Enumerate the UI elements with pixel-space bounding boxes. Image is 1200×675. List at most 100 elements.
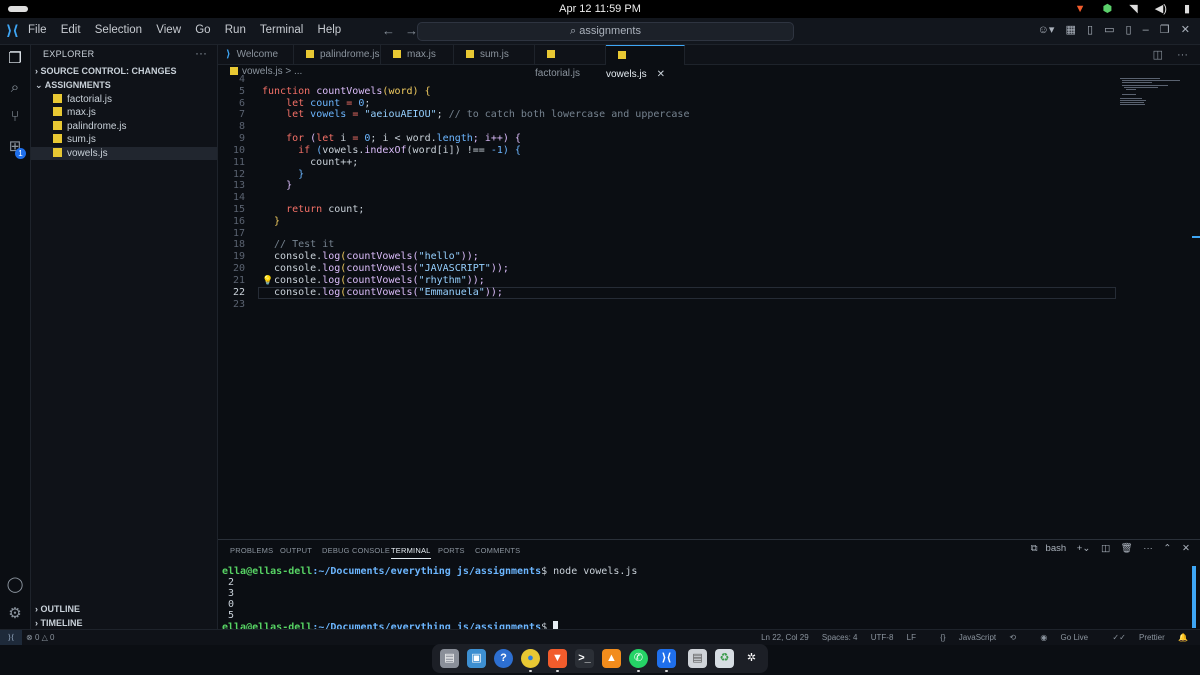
tab-comments[interactable]: COMMENTS (475, 546, 520, 555)
tab-debug-console[interactable]: DEBUG CONSOLE (322, 546, 390, 555)
vscode-icon[interactable]: ⟩⟨ (657, 649, 676, 668)
tab-palindrome[interactable]: palindrome.js (294, 45, 381, 64)
minimap-line (1122, 82, 1152, 83)
trash-icon[interactable]: 🗑 (1121, 543, 1133, 554)
source-control-icon[interactable]: ⑂ (5, 107, 25, 127)
menu-run[interactable]: Run (225, 24, 246, 36)
search-view-icon[interactable]: ⌕ (5, 78, 25, 98)
tab-problems[interactable]: PROBLEMS (230, 546, 273, 555)
command-center-search[interactable]: ⌕ assignments (417, 22, 794, 41)
minimap-line (1126, 89, 1136, 90)
line-number: 8 (238, 121, 245, 132)
battery-icon[interactable]: ▮ (1184, 3, 1190, 15)
vlc-icon[interactable]: ▲ (602, 649, 621, 668)
menu-go[interactable]: Go (195, 24, 210, 36)
maximize-panel-icon[interactable]: ⌃ (1163, 543, 1171, 554)
apps-grid-icon[interactable]: ✲ (742, 649, 761, 668)
copilot-icon[interactable]: ☺▾ (1038, 24, 1055, 36)
whatsapp-icon[interactable]: ✆ (629, 649, 648, 668)
minimize-icon[interactable]: – (1143, 24, 1149, 36)
timeline-section[interactable]: › TIMELINE (35, 618, 83, 628)
settings-gear-icon[interactable]: ⚙ (5, 604, 25, 624)
terminal-scrollbar[interactable] (1192, 566, 1196, 628)
file-item[interactable]: palindrome.js (31, 120, 217, 133)
help-icon[interactable]: ? (494, 649, 513, 668)
warning-count: 0 (50, 633, 55, 642)
tab-welcome[interactable]: ⟩ Welcome (218, 45, 294, 64)
problems-indicator[interactable]: ⊗ 0 △ 0 (26, 630, 54, 645)
tab-vowels[interactable]: vowels.js ✕ (606, 45, 685, 80)
cursor-position[interactable]: Ln 22, Col 29 (761, 633, 809, 642)
split-terminal-icon[interactable]: ◫ (1101, 543, 1110, 554)
minimap[interactable] (1120, 78, 1188, 108)
brave-icon[interactable]: ▼ (548, 649, 567, 668)
file-item[interactable]: factorial.js (31, 93, 217, 106)
more-actions-icon[interactable]: ··· (1177, 49, 1188, 61)
add-terminal-icon[interactable]: +⌄ (1077, 543, 1091, 554)
back-arrow-icon[interactable]: ← (382, 23, 395, 38)
scrollbar-marker[interactable] (1192, 236, 1200, 238)
folder-section[interactable]: ⌄ ASSIGNMENTS (35, 80, 111, 91)
line-number: 18 (232, 239, 245, 250)
chrome-icon[interactable]: ● (521, 649, 540, 668)
close-panel-icon[interactable]: ✕ (1182, 543, 1190, 554)
file-item-selected[interactable]: vowels.js (31, 147, 217, 160)
tab-output[interactable]: OUTPUT (280, 546, 312, 555)
volume-icon[interactable]: ◀) (1155, 3, 1167, 15)
menu-edit[interactable]: Edit (61, 24, 81, 36)
language-mode[interactable]: {} JavaScript (929, 633, 996, 642)
toggle-sidebar-icon[interactable]: ▯ (1087, 24, 1093, 36)
store-icon[interactable]: ▣ (467, 649, 486, 668)
trash-icon[interactable]: ♻ (715, 649, 734, 668)
terminal-output[interactable]: ella@ellas-dell:~/Documents/everything j… (222, 566, 1182, 633)
code-token: "aeiouAEIOU" (364, 109, 437, 120)
clock[interactable]: Apr 12 11:59 PM (0, 3, 1200, 15)
brave-tray-icon[interactable]: ▼ (1075, 3, 1086, 15)
split-editor-icon[interactable]: ◫ (1153, 49, 1163, 61)
breadcrumb[interactable]: vowels.js > ... (218, 65, 1200, 78)
tab-max[interactable]: max.js (381, 45, 454, 64)
file-item[interactable]: max.js (31, 106, 217, 119)
tab-ports[interactable]: PORTS (438, 546, 465, 555)
go-live-button[interactable]: ◉ Go Live (1029, 633, 1088, 642)
remote-indicator-icon[interactable]: ⟩⟨ (0, 630, 22, 645)
toggle-secondary-icon[interactable]: ▯ (1126, 24, 1132, 36)
toggle-panel-icon[interactable]: ▭ (1104, 24, 1114, 36)
account-icon[interactable]: ◯ (5, 575, 25, 595)
wifi-icon[interactable]: ◥ (1129, 3, 1137, 15)
document-icon[interactable]: ▤ (688, 649, 707, 668)
minimap-line (1120, 102, 1144, 103)
restore-icon[interactable]: ❐ (1160, 24, 1170, 36)
terminal-icon[interactable]: >_ (575, 649, 594, 668)
file-item[interactable]: sum.js (31, 133, 217, 146)
indentation[interactable]: Spaces: 4 (822, 633, 858, 642)
source-control-section[interactable]: › SOURCE CONTROL: CHANGES (35, 66, 177, 76)
line-number: 23 (232, 299, 245, 310)
menu-view[interactable]: View (156, 24, 181, 36)
more-actions-icon[interactable]: ··· (1143, 543, 1153, 554)
outline-section[interactable]: › OUTLINE (35, 604, 80, 614)
shell-name[interactable]: bash (1046, 543, 1067, 554)
explorer-title: EXPLORER (43, 49, 95, 59)
tab-factorial[interactable]: factorial.js (535, 45, 606, 79)
line-ending[interactable]: LF (907, 633, 916, 642)
tab-terminal[interactable]: TERMINAL (391, 546, 431, 559)
tab-sum[interactable]: sum.js (454, 45, 535, 64)
code-editor[interactable]: 4 5 6 7 8 9 10 11 12 13 14 15 16 17 18 1… (218, 74, 1118, 310)
shield-icon[interactable]: ⬢ (1103, 3, 1113, 15)
prettier-button[interactable]: ✓✓ Prettier (1101, 633, 1164, 642)
encoding[interactable]: UTF-8 (871, 633, 894, 642)
more-actions-icon[interactable]: ··· (195, 46, 207, 60)
explorer-icon[interactable]: ❐ (5, 49, 25, 69)
layout-icon[interactable]: ▦ (1065, 24, 1075, 36)
code-line: console.log(countVowels("hello")); (262, 251, 479, 263)
sync-icon[interactable]: ⟲ (1009, 633, 1016, 642)
notifications-bell-icon[interactable]: 🔔 (1178, 633, 1188, 642)
menu-file[interactable]: File (28, 24, 47, 36)
menu-selection[interactable]: Selection (95, 24, 142, 36)
code-token: "rhythm" (418, 275, 467, 286)
close-window-icon[interactable]: ✕ (1181, 24, 1190, 36)
menu-help[interactable]: Help (318, 24, 342, 36)
menu-terminal[interactable]: Terminal (260, 24, 303, 36)
files-icon[interactable]: ▤ (440, 649, 459, 668)
